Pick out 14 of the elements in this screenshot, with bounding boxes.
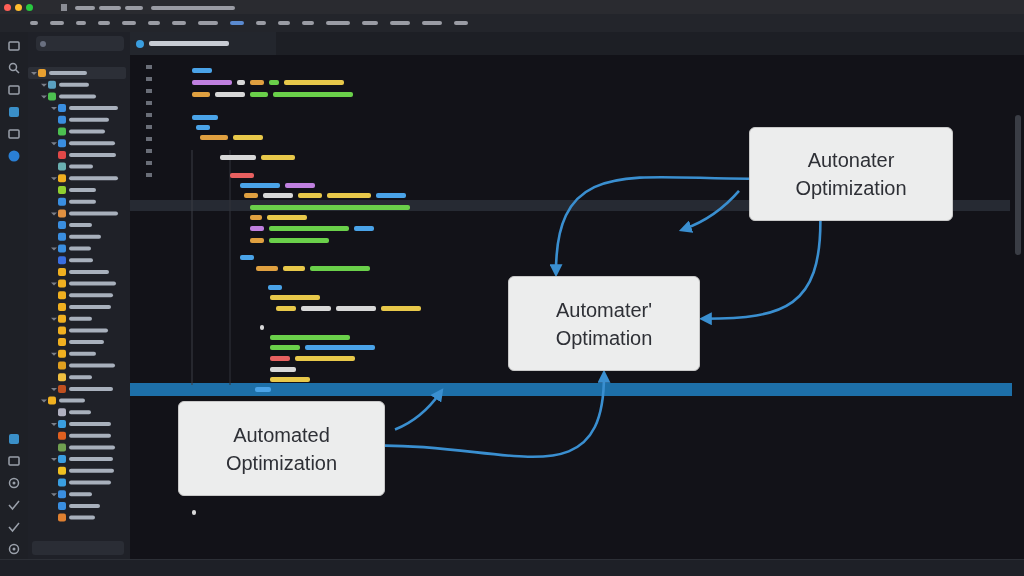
editor-tab[interactable] [130, 32, 276, 55]
diagram-node: Autonater Optimization [749, 127, 953, 221]
diagram-node: Automated Optimization [178, 401, 385, 496]
window-control[interactable] [15, 3, 22, 11]
window-control[interactable] [26, 3, 33, 11]
search-field[interactable] [36, 36, 124, 51]
window-control[interactable] [4, 3, 11, 11]
check-icon[interactable] [8, 499, 20, 511]
box-icon[interactable] [8, 455, 20, 467]
square-icon[interactable] [8, 433, 20, 445]
diagram-node: Automater' Optimation [508, 276, 700, 371]
square-icon[interactable] [8, 106, 20, 118]
check-icon[interactable] [8, 521, 20, 533]
circle-icon[interactable] [8, 150, 20, 162]
